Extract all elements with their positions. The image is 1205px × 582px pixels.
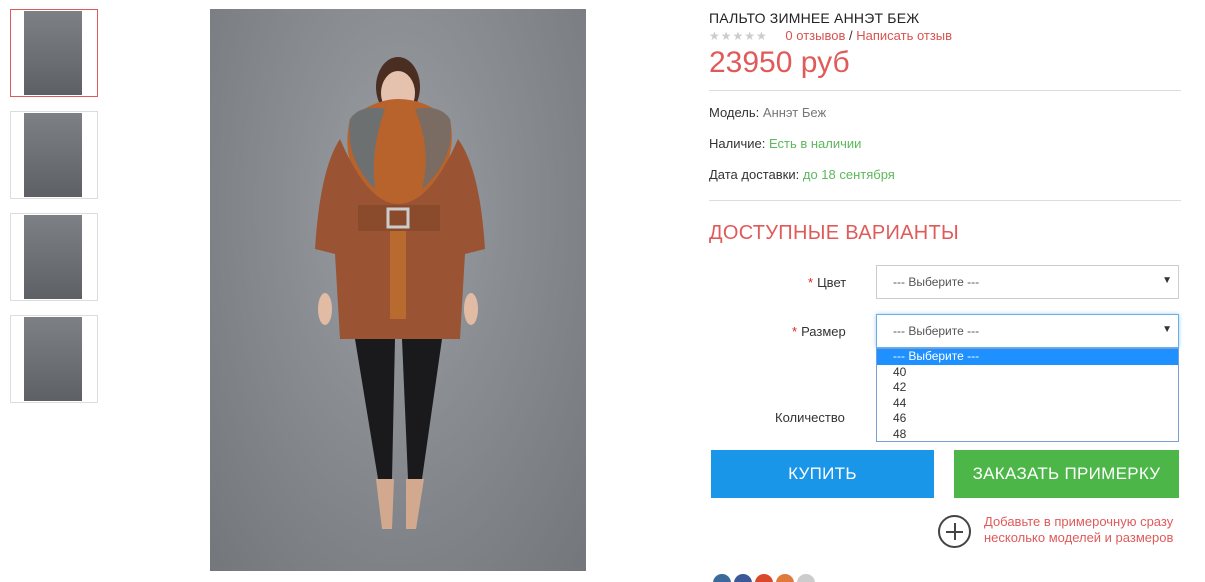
thumbnail-image bbox=[24, 113, 82, 197]
thumbnail-list bbox=[10, 9, 98, 417]
model-row: Модель: Аннэт Беж bbox=[709, 105, 826, 120]
thumbnail-1[interactable] bbox=[10, 9, 98, 97]
dropdown-arrow-icon: ▼ bbox=[1162, 275, 1172, 286]
availability-row: Наличие: Есть в наличии bbox=[709, 136, 861, 151]
buy-button[interactable]: КУПИТЬ bbox=[711, 450, 934, 498]
thumbnail-3[interactable] bbox=[10, 213, 98, 301]
delivery-row: Дата доставки: до 18 сентября bbox=[709, 167, 895, 182]
model-label: Модель: bbox=[709, 105, 760, 120]
size-option[interactable]: 42 bbox=[877, 380, 1178, 396]
model-figure bbox=[315, 57, 485, 529]
reviews-link[interactable]: 0 отзывов bbox=[785, 28, 845, 43]
dropdown-arrow-icon: ▼ bbox=[1162, 324, 1172, 335]
thumbnail-image bbox=[24, 215, 82, 299]
thumbnail-image bbox=[24, 11, 82, 95]
odnoklassniki-icon[interactable] bbox=[755, 574, 773, 582]
thumbnail-image bbox=[24, 317, 82, 401]
required-mark: * bbox=[808, 275, 814, 290]
delivery-label: Дата доставки: bbox=[709, 167, 800, 182]
size-label-text: Размер bbox=[801, 324, 846, 339]
write-review-link[interactable]: Написать отзыв bbox=[856, 28, 952, 43]
more-icon[interactable] bbox=[797, 574, 815, 582]
rating-row: ★★★★★ 0 отзывов / Написать отзыв bbox=[709, 28, 952, 43]
thumbnail-2[interactable] bbox=[10, 111, 98, 199]
facebook-icon[interactable] bbox=[734, 574, 752, 582]
availability-label: Наличие: bbox=[709, 136, 766, 151]
divider bbox=[709, 200, 1181, 201]
product-title: ПАЛЬТО ЗИМНЕЕ АННЭТ БЕЖ bbox=[709, 10, 920, 26]
size-option[interactable]: --- Выберите --- bbox=[877, 349, 1178, 365]
color-select-value: --- Выберите --- bbox=[893, 275, 980, 289]
size-select-value: --- Выберите --- bbox=[893, 324, 980, 338]
model-value: Аннэт Беж bbox=[762, 105, 827, 120]
quantity-label: Количество bbox=[775, 410, 845, 425]
vk-icon[interactable] bbox=[713, 574, 731, 582]
google-plus-icon[interactable] bbox=[776, 574, 794, 582]
order-fitting-button[interactable]: ЗАКАЗАТЬ ПРИМЕРКУ bbox=[954, 450, 1179, 498]
options-title: ДОСТУПНЫЕ ВАРИАНТЫ bbox=[709, 222, 960, 244]
size-select[interactable]: --- Выберите --- ▼ bbox=[876, 314, 1179, 348]
thumbnail-4[interactable] bbox=[10, 315, 98, 403]
size-option[interactable]: 40 bbox=[877, 365, 1178, 381]
required-mark: * bbox=[792, 324, 798, 339]
availability-value: Есть в наличии bbox=[768, 136, 862, 151]
social-share bbox=[713, 574, 818, 582]
add-to-fitting-note[interactable]: Добавьте в примерочную сразу несколько м… bbox=[984, 514, 1174, 546]
size-option[interactable]: 46 bbox=[877, 411, 1178, 427]
size-option[interactable]: 44 bbox=[877, 396, 1178, 412]
divider bbox=[709, 90, 1181, 91]
color-label-text: Цвет bbox=[817, 275, 847, 290]
add-to-fitting-icon[interactable] bbox=[938, 515, 971, 548]
size-label: * Размер bbox=[792, 324, 846, 339]
product-price: 23950 руб bbox=[709, 46, 850, 79]
rating-stars-icon: ★★★★★ bbox=[709, 29, 768, 43]
size-option[interactable]: 48 bbox=[877, 427, 1178, 443]
delivery-value: до 18 сентября bbox=[802, 167, 895, 182]
color-label: * Цвет bbox=[808, 275, 846, 290]
product-main-image[interactable] bbox=[210, 9, 586, 571]
size-dropdown-list[interactable]: --- Выберите --- 40 42 44 46 48 bbox=[876, 348, 1179, 442]
rating-separator: / bbox=[849, 28, 853, 43]
color-select[interactable]: --- Выберите --- ▼ bbox=[876, 265, 1179, 299]
